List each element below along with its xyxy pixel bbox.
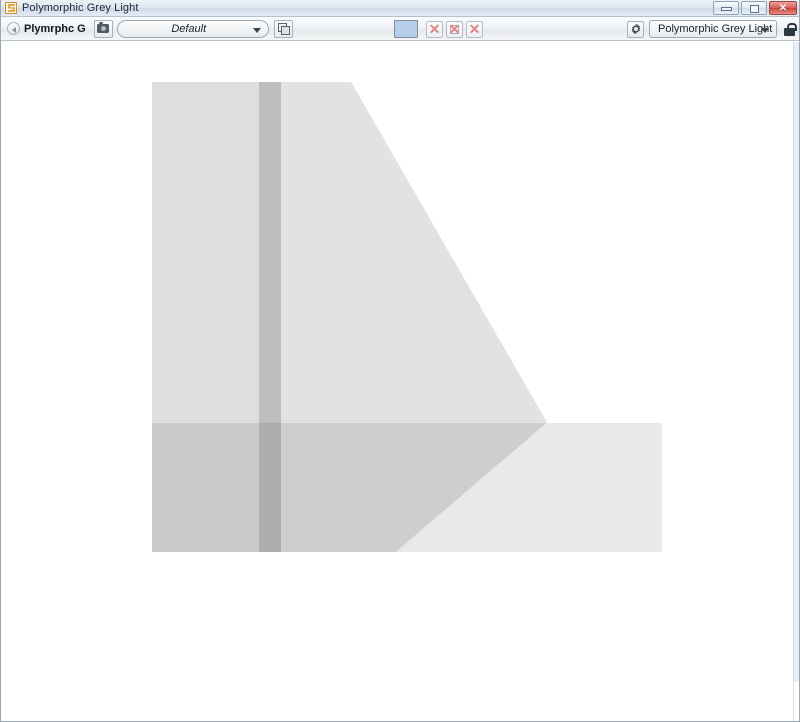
skin-dropdown-value: Polymorphic Grey Light xyxy=(658,23,773,35)
chevron-down-icon xyxy=(761,28,769,33)
toolbar-right-group: Polymorphic Grey Light xyxy=(627,20,797,38)
clear-x-button[interactable]: ✕ xyxy=(466,20,483,38)
close-x-icon: ✕ xyxy=(428,20,441,37)
plugin-window: Polymorphic Grey Light ✕ Plymrphc G Defa… xyxy=(0,0,800,722)
app-logo-icon xyxy=(5,2,17,14)
preset-dropdown[interactable]: Default xyxy=(116,19,269,38)
window-controls: ✕ xyxy=(713,1,797,15)
camera-icon xyxy=(97,22,110,33)
maximize-button[interactable] xyxy=(741,1,767,15)
control-panel: Grey 10.26557Grey 20.4591Grey 30.20781Th… xyxy=(1,552,799,721)
copy-preset-button[interactable] xyxy=(273,19,293,38)
close-x-icon: ✕ xyxy=(448,20,461,37)
toolbar-center-group: ✕ ✕ ✕ xyxy=(394,20,486,38)
window-title: Polymorphic Grey Light xyxy=(22,2,139,14)
maximize-icon xyxy=(750,5,759,13)
copy-preset-icon xyxy=(277,23,290,35)
skin-dropdown[interactable]: Polymorphic Grey Light xyxy=(649,20,777,38)
settings-button[interactable] xyxy=(627,20,644,38)
gear-icon xyxy=(631,23,640,35)
back-arrow-icon[interactable] xyxy=(7,22,20,35)
minimize-button[interactable] xyxy=(713,1,739,15)
preset-dropdown-value: Default xyxy=(171,22,207,35)
toolbar-left-group: Plymrphc G Default xyxy=(4,19,297,38)
close-icon: ✕ xyxy=(778,3,788,14)
scrollbar-thumb[interactable] xyxy=(794,42,799,682)
chevron-down-icon xyxy=(252,27,261,33)
minimize-icon xyxy=(721,7,732,11)
vertical-scrollbar[interactable] xyxy=(793,42,799,721)
plugin-name-label: Plymrphc G xyxy=(24,22,86,35)
color-swatch-button[interactable] xyxy=(394,20,418,38)
title-bar: Polymorphic Grey Light ✕ xyxy=(1,0,799,17)
close-x-icon: ✕ xyxy=(468,20,481,37)
delete-x-button[interactable]: ✕ xyxy=(426,20,443,38)
edit-x-button[interactable]: ✕ xyxy=(446,20,463,38)
close-button[interactable]: ✕ xyxy=(769,1,797,15)
visualizer-canvas[interactable] xyxy=(1,41,799,552)
graphic-shape-strip xyxy=(259,82,281,552)
lock-icon[interactable] xyxy=(784,22,797,36)
camera-button[interactable] xyxy=(93,19,113,38)
plugin-toolbar: Plymrphc G Default ✕ ✕ ✕ Polymorphic Gre… xyxy=(1,17,799,41)
